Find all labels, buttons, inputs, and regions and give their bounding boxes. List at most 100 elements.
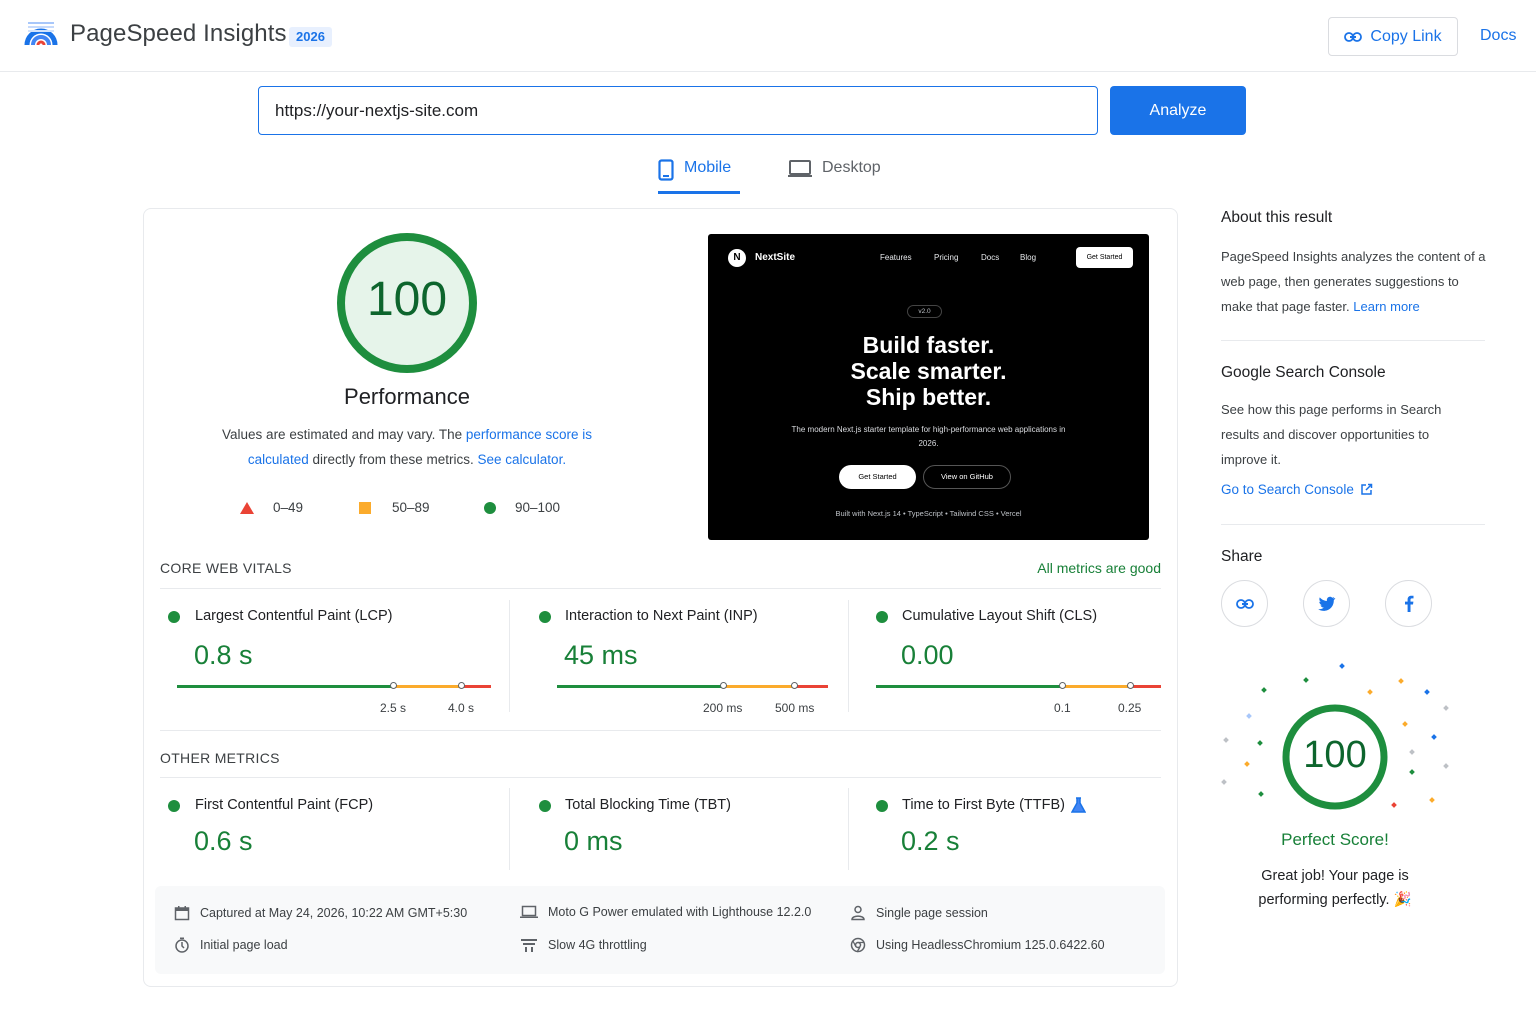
divider <box>848 788 849 870</box>
threshold-marker <box>791 682 798 689</box>
confetti <box>1257 740 1263 746</box>
info-session-text: Single page session <box>876 906 988 920</box>
desc-text-2: directly from these metrics. <box>308 452 478 467</box>
tab-desktop-label: Desktop <box>822 159 881 176</box>
info-browser-text: Using HeadlessChromium 125.0.6422.60 <box>876 938 1105 952</box>
legend-poor-range: 0–49 <box>273 500 304 515</box>
circle-icon <box>484 501 496 514</box>
info-session: Single page session <box>850 905 988 921</box>
lcp-name[interactable]: Largest Contentful Paint (LCP) <box>195 608 392 624</box>
calendar-icon <box>174 906 190 921</box>
tab-desktop[interactable]: Desktop <box>788 156 888 194</box>
link-icon <box>1344 31 1363 42</box>
confetti <box>1402 721 1408 727</box>
copy-link-button[interactable]: Copy Link <box>1328 17 1458 56</box>
confetti <box>1223 737 1229 743</box>
divider <box>160 730 1161 731</box>
info-device-text: Moto G Power emulated with Lighthouse 12… <box>548 905 812 919</box>
cls-value: 0.00 <box>901 640 954 670</box>
flask-icon[interactable] <box>1071 797 1086 814</box>
analyze-button[interactable]: Analyze <box>1110 86 1246 135</box>
share-link-button[interactable] <box>1221 580 1268 627</box>
lcp-distribution-bar <box>177 682 491 689</box>
preview-subtitle: The modern Next.js starter template for … <box>791 425 1066 448</box>
performance-score: 100 <box>366 273 448 326</box>
gsc-link-label: Go to Search Console <box>1221 482 1354 497</box>
legend-average: 50–89 <box>358 500 430 515</box>
threshold-marker <box>1059 682 1066 689</box>
legend-good: 90–100 <box>483 500 560 515</box>
threshold-marker <box>390 682 397 689</box>
copy-link-label: Copy Link <box>1370 27 1442 45</box>
twitter-icon <box>1317 596 1335 611</box>
preview-footer: Built with Next.js 14 • TypeScript • Tai… <box>835 509 1022 518</box>
cls-threshold-1: 0.1 <box>1054 701 1071 715</box>
legend-good-range: 90–100 <box>515 500 561 515</box>
confetti <box>1409 769 1415 775</box>
great-job-text: Great job! Your page is performing perfe… <box>1258 868 1412 908</box>
info-browser: Using HeadlessChromium 125.0.6422.60 <box>850 937 1105 953</box>
learn-more-link[interactable]: Learn more <box>1353 299 1419 314</box>
divider <box>1221 524 1485 525</box>
tab-mobile[interactable]: Mobile <box>658 156 740 194</box>
share-facebook-button[interactable] <box>1385 580 1432 627</box>
confetti <box>1303 677 1309 683</box>
lcp-value: 0.8 s <box>194 640 253 670</box>
info-device: Moto G Power emulated with Lighthouse 12… <box>520 905 811 919</box>
preview-headline-line: Ship better. <box>865 384 992 410</box>
pagespeed-logo-icon <box>24 22 58 46</box>
link-icon <box>1235 598 1254 609</box>
tbt-name[interactable]: Total Blocking Time (TBT) <box>565 797 731 813</box>
info-page-load: Initial page load <box>174 937 288 953</box>
ttfb-status-dot <box>876 800 888 812</box>
divider <box>160 588 1161 589</box>
confetti <box>1424 689 1430 695</box>
threshold-marker <box>458 682 465 689</box>
ttfb-name[interactable]: Time to First Byte (TTFB) <box>902 797 1065 813</box>
confetti <box>1367 689 1373 695</box>
desktop-icon <box>788 160 812 177</box>
preview-brand: NextSite <box>755 252 796 263</box>
confetti <box>1221 779 1227 785</box>
cls-name[interactable]: Cumulative Layout Shift (CLS) <box>902 608 1097 624</box>
confetti <box>1443 763 1449 769</box>
preview-secondary-button: View on GitHub <box>923 465 1011 489</box>
gsc-title: Google Search Console <box>1221 364 1386 381</box>
inp-distribution-bar <box>557 682 828 689</box>
preview-headline: Build faster. Scale smarter. Ship better… <box>708 332 1149 410</box>
confetti <box>1443 705 1449 711</box>
external-link-icon <box>1361 483 1373 495</box>
calculator-link[interactable]: See calculator. <box>478 452 567 467</box>
preview-nav-item: Blog <box>1020 253 1037 262</box>
lcp-status-dot <box>168 611 180 623</box>
preview-primary-button: Get Started <box>839 465 916 489</box>
threshold-marker <box>1127 682 1134 689</box>
about-result-title: About this result <box>1221 209 1333 226</box>
info-captured: Captured at May 24, 2026, 10:22 AM GMT+5… <box>174 905 467 921</box>
docs-link[interactable]: Docs <box>1480 27 1516 45</box>
threshold-marker <box>720 682 727 689</box>
inp-threshold-1: 200 ms <box>703 701 743 715</box>
confetti <box>1391 802 1397 808</box>
preview-cta: Get Started <box>1076 247 1133 268</box>
page-screenshot-preview: N NextSite Features Pricing Docs Blog Ge… <box>708 234 1149 540</box>
inp-name[interactable]: Interaction to Next Paint (INP) <box>565 608 758 624</box>
confetti <box>1409 749 1415 755</box>
go-to-search-console-link[interactable]: Go to Search Console <box>1221 482 1373 497</box>
share-twitter-button[interactable] <box>1303 580 1350 627</box>
phone-icon <box>658 159 674 181</box>
facebook-icon <box>1404 595 1413 612</box>
preview-nav-item: Docs <box>981 253 1000 262</box>
perfect-score-label: Perfect Score! <box>1281 830 1389 849</box>
fcp-name[interactable]: First Contentful Paint (FCP) <box>195 797 373 813</box>
url-input[interactable] <box>258 86 1098 135</box>
fcp-status-dot <box>168 800 180 812</box>
core-web-vitals-heading: CORE WEB VITALS <box>160 560 292 576</box>
legend-poor: 0–49 <box>239 500 303 515</box>
preview-nav-item: Features <box>880 253 912 262</box>
chrome-icon <box>850 937 866 953</box>
preview-version-badge: v2.0 <box>907 305 942 318</box>
performance-description: Values are estimated and may vary. The p… <box>207 422 607 472</box>
other-metrics-heading: OTHER METRICS <box>160 750 280 766</box>
user-session-icon <box>851 905 865 921</box>
